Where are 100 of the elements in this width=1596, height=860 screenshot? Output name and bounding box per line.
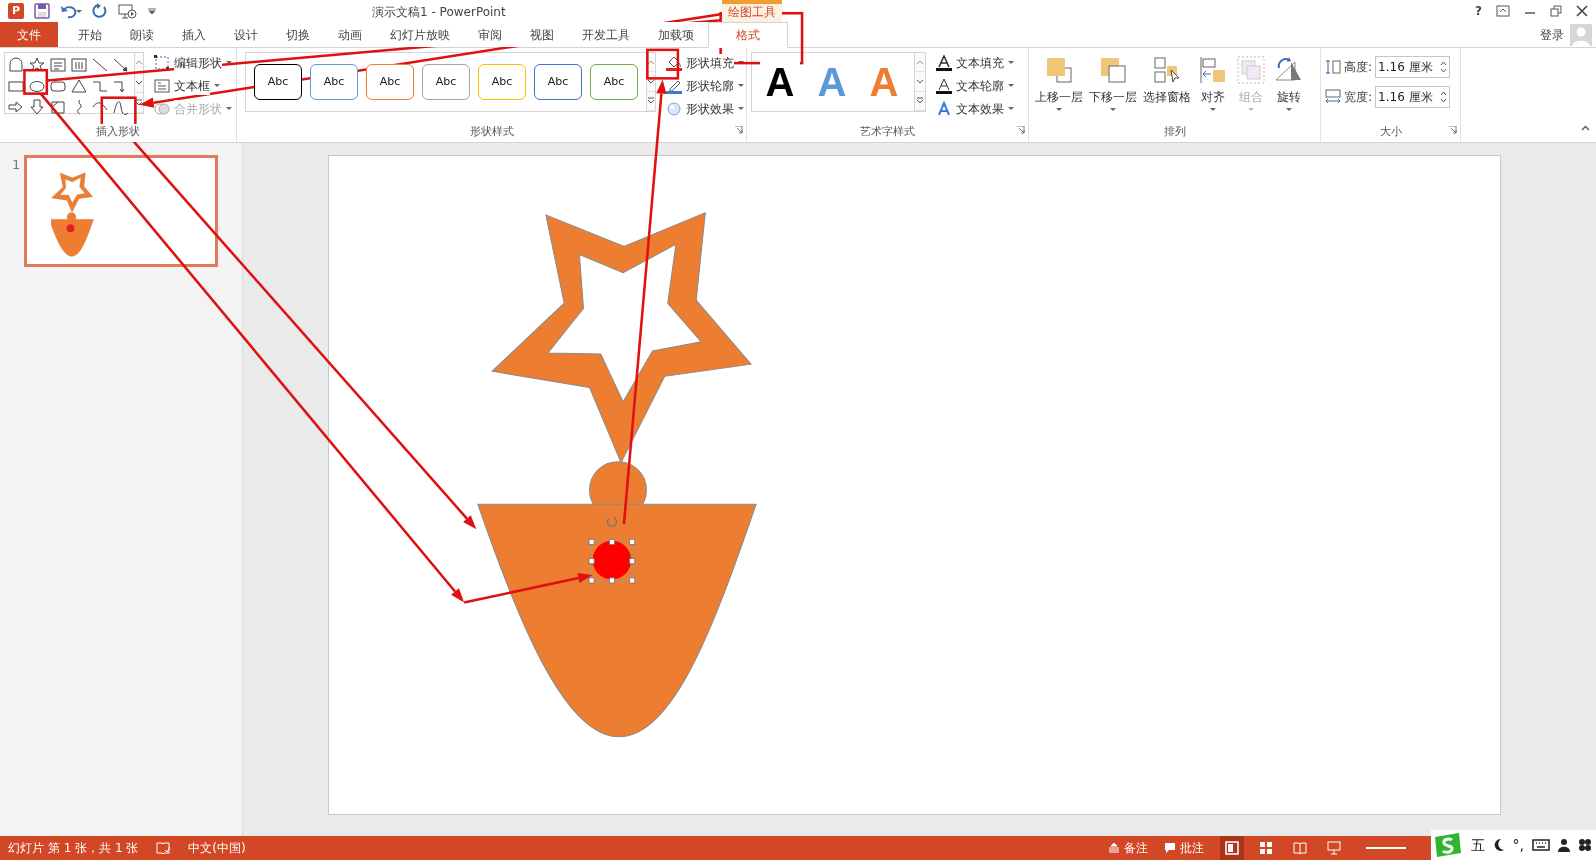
caret-icon xyxy=(738,84,744,88)
scroll-down-icon[interactable] xyxy=(916,78,924,85)
slide-number: 1 xyxy=(12,156,21,174)
size-field[interactable]: 1.16 厘米 xyxy=(1375,86,1451,108)
input-method-logo-icon[interactable] xyxy=(1432,831,1463,859)
grid-view-icon xyxy=(1259,841,1273,855)
punctuation-mode-text[interactable]: °, xyxy=(1512,834,1524,856)
command-button[interactable]: 文本轮廓 xyxy=(934,75,1016,97)
caret-icon xyxy=(226,61,232,65)
scroll-down-icon[interactable] xyxy=(647,78,655,85)
style-swatch[interactable]: Abc xyxy=(254,64,302,100)
close-icon[interactable] xyxy=(1576,5,1588,17)
command-button[interactable]: 旋转 xyxy=(1271,52,1307,114)
height-icon xyxy=(1325,59,1341,75)
ribbon-tab[interactable]: 格式 xyxy=(708,22,788,48)
style-swatch[interactable]: Abc xyxy=(478,64,526,100)
command-button[interactable]: 对齐 xyxy=(1195,52,1231,114)
keyboard-icon[interactable] xyxy=(1532,839,1550,851)
command-button[interactable]: 上移一层 xyxy=(1033,52,1085,114)
undo-icon[interactable] xyxy=(60,3,82,19)
gallery-more-icon[interactable] xyxy=(647,97,655,105)
presentation-view-icon xyxy=(1327,841,1341,855)
sphere-icon xyxy=(666,101,682,117)
command-button[interactable]: 形状轮廓 xyxy=(664,75,746,97)
scroll-up-icon[interactable] xyxy=(135,59,143,66)
normal-view-icon xyxy=(1225,841,1239,855)
save-icon[interactable] xyxy=(34,3,50,19)
style-swatch[interactable]: Abc xyxy=(310,64,358,100)
proofing-icon[interactable] xyxy=(156,841,171,855)
caret-icon xyxy=(1008,107,1014,111)
notes-button[interactable]: 备注 xyxy=(1108,839,1148,857)
scroll-up-icon[interactable] xyxy=(916,58,924,66)
command-button[interactable]: 下移一层 xyxy=(1087,52,1139,114)
comments-button[interactable]: 批注 xyxy=(1164,839,1204,857)
clover-icon[interactable] xyxy=(1578,838,1592,852)
style-swatch[interactable]: Abc xyxy=(534,64,582,100)
caret-icon xyxy=(226,107,232,111)
rotation-handle-icon[interactable] xyxy=(606,516,618,528)
redo-icon[interactable] xyxy=(92,3,108,19)
slide-thumbnail[interactable] xyxy=(24,155,219,267)
gallery-more-icon[interactable] xyxy=(135,99,143,106)
text-effect-icon xyxy=(936,101,952,117)
caret-icon xyxy=(738,107,744,111)
file-tab[interactable]: 文件 xyxy=(0,22,58,47)
down-arrow-shape-icon[interactable] xyxy=(28,97,46,116)
command-button[interactable]: 形状效果 xyxy=(664,98,746,120)
collapse-ribbon-icon[interactable] xyxy=(1581,124,1590,131)
notes-icon xyxy=(1108,842,1120,854)
caret-icon xyxy=(1286,108,1292,112)
sign-in-link[interactable]: 登录 xyxy=(1540,25,1564,44)
view-button[interactable] xyxy=(1220,836,1244,860)
text-fill-icon xyxy=(936,55,952,71)
caret-icon xyxy=(1008,84,1014,88)
size-field[interactable]: 1.16 厘米 xyxy=(1375,56,1451,78)
ribbon-display-icon[interactable] xyxy=(1496,5,1510,17)
slideshow-icon[interactable] xyxy=(118,3,138,19)
highlight-box xyxy=(646,48,680,80)
spinner-icon[interactable] xyxy=(1440,90,1448,104)
book-view-icon xyxy=(1293,841,1307,855)
input-mode-text[interactable]: 五 xyxy=(1470,834,1485,856)
restore-icon[interactable] xyxy=(1550,5,1562,17)
dialog-launcher-icon[interactable] xyxy=(1017,125,1025,134)
context-tool-label: 绘图工具 xyxy=(722,0,782,22)
scroll-down-icon[interactable] xyxy=(135,79,143,86)
style-swatch[interactable]: Abc xyxy=(366,64,414,100)
command-button[interactable]: 文本填充 xyxy=(934,52,1016,74)
style-swatch[interactable]: Abc xyxy=(590,64,638,100)
caret-icon xyxy=(1008,61,1014,65)
paint-bucket-icon xyxy=(666,55,682,71)
dialog-launcher-icon[interactable] xyxy=(1449,125,1457,134)
merge-shapes-icon xyxy=(154,101,170,117)
teardrop-shape-icon[interactable] xyxy=(7,55,25,74)
command-button[interactable]: 文本框 xyxy=(152,75,234,97)
command-button[interactable]: 文本效果 xyxy=(934,98,1016,120)
caret-icon xyxy=(738,61,744,65)
help-button[interactable]: ? xyxy=(1475,2,1482,20)
highlight-box xyxy=(23,68,49,95)
moon-icon[interactable] xyxy=(1492,838,1505,852)
caret-icon xyxy=(1210,108,1216,112)
group-icon xyxy=(1235,54,1267,86)
star-shape-icon[interactable] xyxy=(28,55,46,74)
app-logo: P xyxy=(8,3,24,19)
width-icon xyxy=(1325,89,1341,105)
window-title: 演示文稿1 - PowerPoint xyxy=(372,5,506,19)
command-button[interactable]: 编辑形状 xyxy=(152,52,234,74)
pencil-icon xyxy=(666,78,682,94)
command-button[interactable]: 形状填充 xyxy=(664,52,746,74)
scroll-up-icon[interactable] xyxy=(647,58,655,66)
gallery-more-icon[interactable] xyxy=(916,97,924,105)
caret-icon xyxy=(1110,108,1116,112)
command-button[interactable]: 选择窗格 xyxy=(1141,52,1193,108)
edit-shape-icon xyxy=(154,55,170,71)
style-swatch[interactable]: Abc xyxy=(422,64,470,100)
person-icon[interactable] xyxy=(1558,838,1570,852)
customize-caret-icon[interactable] xyxy=(148,7,156,15)
caret-icon xyxy=(1248,108,1254,112)
slide-count-text: 幻灯片 第 1 张，共 1 张 xyxy=(8,840,139,857)
spinner-icon[interactable] xyxy=(1440,60,1448,74)
dialog-launcher-icon[interactable] xyxy=(735,125,743,134)
language-text[interactable]: 中文(中国) xyxy=(188,839,246,857)
